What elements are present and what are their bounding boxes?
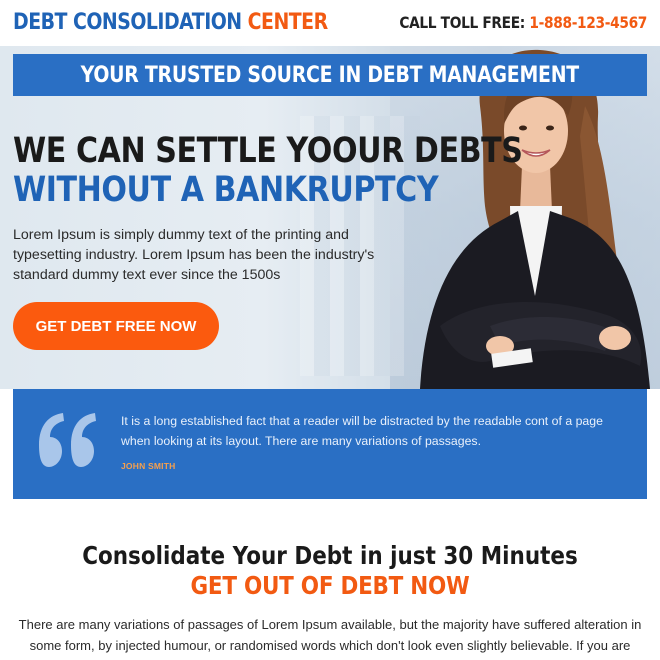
toll-free-contact: CALL TOLL FREE: 1-888-123-4567 xyxy=(399,13,647,32)
logo[interactable]: DEBT CONSOLIDATION CENTER xyxy=(13,10,328,35)
hero-headline-accent: WITHOUT A BANKRUPTCY xyxy=(13,170,439,210)
woman-portrait xyxy=(420,49,650,389)
section-title: Consolidate Your Debt in just 30 Minutes xyxy=(82,541,578,570)
section-subtitle: GET OUT OF DEBT NOW xyxy=(190,571,470,600)
logo-text-primary: DEBT CONSOLIDATION xyxy=(13,10,242,35)
toll-free-number[interactable]: 1-888-123-4567 xyxy=(529,13,647,32)
hero-banner: YOUR TRUSTED SOURCE IN DEBT MANAGEMENT xyxy=(13,54,647,96)
hero-headline: WE CAN SETTLE YOOUR DEBTS xyxy=(13,131,523,171)
logo-text-accent: CENTER xyxy=(247,10,328,35)
testimonial-author: JOHN SMITH xyxy=(121,461,176,471)
hero-description: Lorem Ipsum is simply dummy text of the … xyxy=(13,227,375,283)
quote-icon xyxy=(39,413,96,467)
page-header: DEBT CONSOLIDATION CENTER CALL TOLL FREE… xyxy=(0,0,660,46)
get-debt-free-button[interactable]: GET DEBT FREE NOW xyxy=(13,302,219,350)
banner-text: YOUR TRUSTED SOURCE IN DEBT MANAGEMENT xyxy=(80,62,580,88)
section-description: There are many variations of passages of… xyxy=(18,617,642,660)
testimonial-box: It is a long established fact that a rea… xyxy=(13,389,647,499)
toll-free-label: CALL TOLL FREE: xyxy=(399,13,525,32)
hero-section: YOUR TRUSTED SOURCE IN DEBT MANAGEMENT W… xyxy=(0,46,660,389)
testimonial-text: It is a long established fact that a rea… xyxy=(121,414,603,448)
